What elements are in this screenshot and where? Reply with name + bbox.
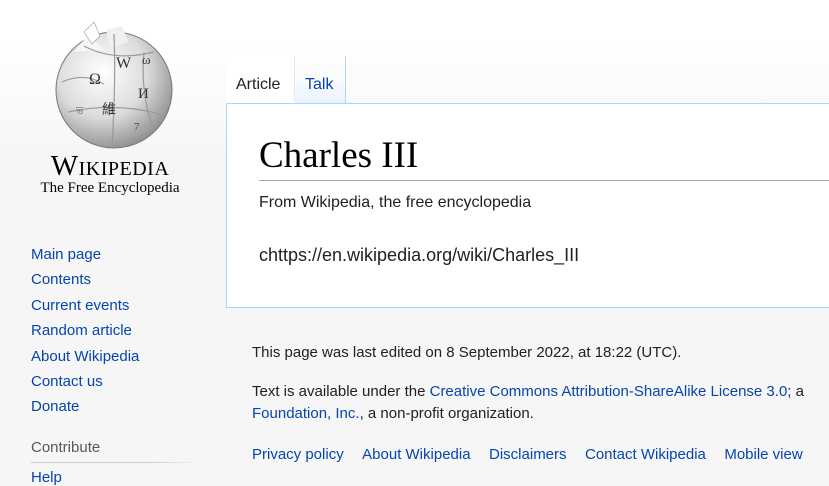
page-title: Charles III xyxy=(259,132,829,181)
logo-wordmark: Wikipedia xyxy=(50,150,170,182)
sidebar-divider xyxy=(31,462,201,463)
sidebar-heading-contribute: Contribute xyxy=(31,439,101,456)
tab-talk[interactable]: Talk xyxy=(295,56,346,103)
tab-article[interactable]: Article xyxy=(226,56,295,103)
footer-links: Privacy policy About Wikipedia Disclaime… xyxy=(252,446,817,464)
footer-link-mobile-view[interactable]: Mobile view xyxy=(724,446,802,463)
license-suffix: , a non-profit organization. xyxy=(359,405,534,422)
footer-link-contact-wikipedia[interactable]: Contact Wikipedia xyxy=(585,446,706,463)
puzzle-globe-icon: Ω W 維 И ω ভ 7 xyxy=(55,22,173,149)
footer-link-about-wikipedia[interactable]: About Wikipedia xyxy=(362,446,470,463)
sidebar-item-main-page[interactable]: Main page xyxy=(31,242,139,267)
sidebar-item-random-article[interactable]: Random article xyxy=(31,318,139,343)
sidebar-item-contents[interactable]: Contents xyxy=(31,267,139,292)
svg-text:維: 維 xyxy=(102,102,116,118)
svg-text:И: И xyxy=(138,86,149,102)
svg-text:ভ: ভ xyxy=(75,106,84,117)
svg-text:Ω: Ω xyxy=(89,71,101,88)
license-cut: ; a xyxy=(787,383,804,400)
page-subtitle: From Wikipedia, the free encyclopedia xyxy=(259,194,532,211)
foundation-link[interactable]: Foundation, Inc. xyxy=(252,405,360,422)
last-modified-text: This page was last edited on 8 September… xyxy=(252,344,682,361)
license-link[interactable]: Creative Commons Attribution-ShareAlike … xyxy=(430,383,788,400)
license-text: Text is available under the Creative Com… xyxy=(252,381,829,425)
sidebar-navigation: Main page Contents Current events Random… xyxy=(31,242,139,420)
svg-text:ω: ω xyxy=(142,52,151,67)
license-prefix: Text is available under the xyxy=(252,383,430,400)
sidebar-item-donate[interactable]: Donate xyxy=(31,394,139,419)
logo-tagline: The Free Encyclopedia xyxy=(40,180,180,196)
svg-text:W: W xyxy=(116,55,132,72)
footer-link-privacy-policy[interactable]: Privacy policy xyxy=(252,446,344,463)
sidebar-item-current-events[interactable]: Current events xyxy=(31,293,139,318)
sidebar-item-contact-us[interactable]: Contact us xyxy=(31,369,139,394)
svg-text:7: 7 xyxy=(134,121,140,133)
article-body-text: chttps://en.wikipedia.org/wiki/Charles_I… xyxy=(259,245,580,265)
main-content: Charles III From Wikipedia, the free enc… xyxy=(226,103,829,308)
footer-link-disclaimers[interactable]: Disclaimers xyxy=(489,446,567,463)
wikipedia-logo[interactable]: Ω W 維 И ω ভ 7 Wikipedia The Free Encyclo… xyxy=(20,18,200,208)
sidebar-item-about-wikipedia[interactable]: About Wikipedia xyxy=(31,344,139,369)
